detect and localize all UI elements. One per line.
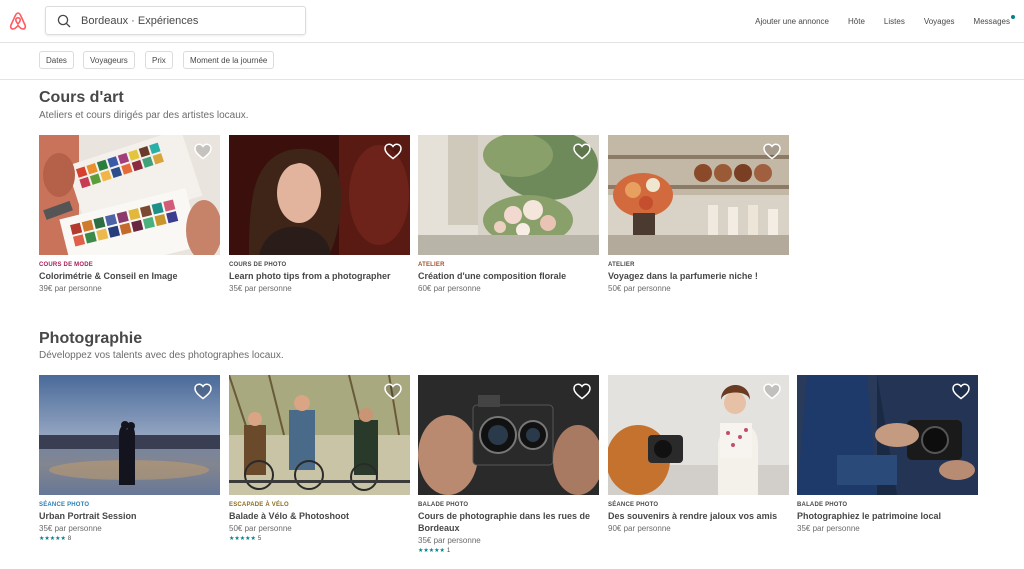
filter-price-button[interactable]: Prix (145, 51, 173, 69)
experience-card[interactable]: COURS DE MODE Colorimétrie & Conseil en … (39, 135, 220, 293)
experience-card[interactable]: BALADE PHOTO Photographiez le patrimoine… (797, 375, 978, 533)
card-image[interactable] (608, 375, 789, 495)
card-category: BALADE PHOTO (418, 502, 469, 508)
star-rating-icon: ★★★★★ (39, 536, 66, 542)
card-image[interactable] (418, 135, 599, 255)
card-price: 39€ par personne (39, 284, 102, 293)
card-title[interactable]: Colorimétrie & Conseil en Image (39, 270, 220, 282)
experience-card[interactable]: SÉANCE PHOTO Urban Portrait Session 35€ … (39, 375, 220, 542)
nav-trips[interactable]: Voyages (924, 17, 955, 26)
card-image[interactable] (797, 375, 978, 495)
airbnb-logo-icon[interactable] (8, 10, 28, 32)
card-price: 90€ par personne (608, 524, 671, 533)
star-rating-icon: ★★★★★ (418, 548, 445, 554)
card-rating: ★★★★★ 5 (229, 535, 410, 543)
filter-time-of-day-button[interactable]: Moment de la journée (183, 51, 275, 69)
card-category: SÉANCE PHOTO (608, 502, 659, 508)
section-title-art: Cours d'art (39, 89, 124, 106)
card-image[interactable] (608, 135, 789, 255)
card-image[interactable] (39, 135, 220, 255)
search-icon (57, 14, 71, 27)
card-title[interactable]: Urban Portrait Session (39, 510, 220, 522)
card-image[interactable] (418, 375, 599, 495)
review-count: 8 (67, 535, 72, 542)
card-title[interactable]: Learn photo tips from a photographer (229, 270, 410, 282)
experience-card[interactable]: ATELIER Voyagez dans la parfumerie niche… (608, 135, 789, 293)
heart-icon[interactable] (573, 143, 591, 160)
heart-icon[interactable] (763, 383, 781, 400)
heart-icon[interactable] (384, 143, 402, 160)
card-category: COURS DE PHOTO (229, 262, 287, 268)
card-price: 50€ par personne (608, 284, 671, 293)
notification-dot (1011, 15, 1015, 19)
card-price: 35€ par personne (229, 284, 292, 293)
card-price: 50€ par personne (229, 524, 292, 533)
card-category: SÉANCE PHOTO (39, 502, 90, 508)
card-title[interactable]: Des souvenirs à rendre jaloux vos amis (608, 510, 789, 522)
card-category: COURS DE MODE (39, 262, 93, 268)
review-count: 1 (446, 547, 451, 554)
card-category: ESCAPADE À VÉLO (229, 502, 289, 508)
experience-card[interactable]: COURS DE PHOTO Learn photo tips from a p… (229, 135, 410, 293)
section-subtitle-art: Ateliers et cours dirigés par des artist… (39, 110, 249, 121)
heart-icon[interactable] (763, 143, 781, 160)
heart-icon[interactable] (194, 383, 212, 400)
heart-icon[interactable] (573, 383, 591, 400)
nav-add-listing[interactable]: Ajouter une annonce (755, 17, 829, 26)
search-box[interactable] (45, 6, 306, 35)
top-nav: Ajouter une annonce Hôte Listes Voyages … (755, 0, 1024, 43)
nav-host[interactable]: Hôte (848, 17, 865, 26)
section-subtitle-photography: Développez vos talents avec des photogra… (39, 350, 284, 361)
nav-messages[interactable]: Messages (973, 15, 1015, 26)
card-title[interactable]: Création d'une composition florale (418, 270, 599, 282)
experience-card[interactable]: ESCAPADE À VÉLO Balade à Vélo & Photosho… (229, 375, 410, 542)
card-rating: ★★★★★ 8 (39, 535, 220, 543)
review-count: 5 (257, 535, 262, 542)
card-title[interactable]: Voyagez dans la parfumerie niche ! (608, 270, 789, 282)
card-image[interactable] (229, 375, 410, 495)
experience-card[interactable]: SÉANCE PHOTO Des souvenirs à rendre jalo… (608, 375, 789, 533)
filter-dates-button[interactable]: Dates (39, 51, 74, 69)
card-category: ATELIER (608, 262, 635, 268)
filter-guests-button[interactable]: Voyageurs (83, 51, 135, 69)
heart-icon[interactable] (194, 143, 212, 160)
nav-lists[interactable]: Listes (884, 17, 905, 26)
heart-icon[interactable] (952, 383, 970, 400)
card-title[interactable]: Cours de photographie dans les rues de B… (418, 510, 599, 534)
card-category: BALADE PHOTO (797, 502, 848, 508)
card-title[interactable]: Photographiez le patrimoine local (797, 510, 978, 522)
search-input[interactable] (81, 14, 281, 27)
experience-card[interactable]: ATELIER Création d'une composition flora… (418, 135, 599, 293)
card-rating: ★★★★★ 1 (418, 547, 599, 555)
card-category: ATELIER (418, 262, 445, 268)
filter-bar: Dates Voyageurs Prix Moment de la journé… (0, 44, 1024, 80)
card-price: 35€ par personne (797, 524, 860, 533)
card-price: 35€ par personne (39, 524, 102, 533)
card-price: 35€ par personne (418, 536, 481, 545)
section-title-photography: Photographie (39, 330, 143, 347)
experience-card[interactable]: BALADE PHOTO Cours de photographie dans … (418, 375, 599, 554)
heart-icon[interactable] (384, 383, 402, 400)
card-image[interactable] (39, 375, 220, 495)
card-title[interactable]: Balade à Vélo & Photoshoot (229, 510, 410, 522)
card-image[interactable] (229, 135, 410, 255)
star-rating-icon: ★★★★★ (229, 536, 256, 542)
card-price: 60€ par personne (418, 284, 481, 293)
top-header: Ajouter une annonce Hôte Listes Voyages … (0, 0, 1024, 43)
nav-messages-label: Messages (973, 17, 1010, 26)
